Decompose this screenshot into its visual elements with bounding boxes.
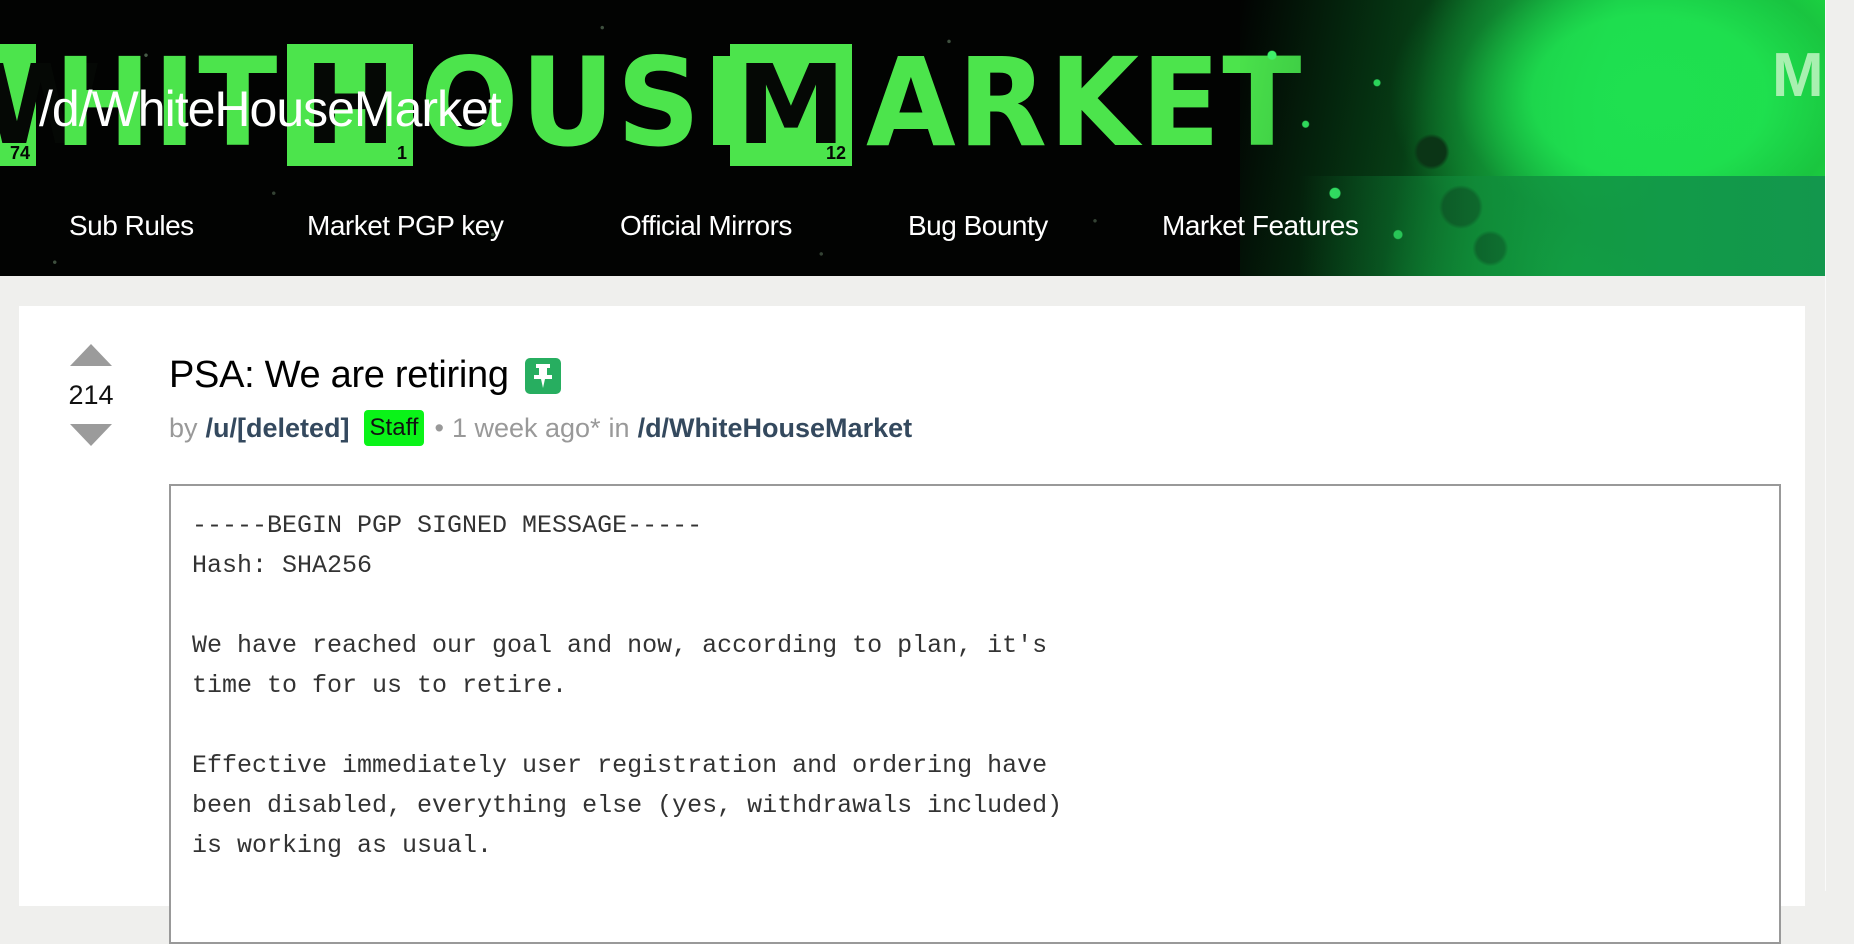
- forum-banner: W 74 HITE H 1 OUSE M 12 ARKET M /d/White…: [0, 0, 1825, 276]
- body-line: We have reached our goal and now, accord…: [192, 631, 1048, 660]
- pushpin-glyph: [533, 363, 552, 388]
- logo-box-number: 1: [396, 143, 407, 163]
- body-line: been disabled, everything else (yes, wit…: [192, 791, 1063, 820]
- body-line: is working as usual.: [192, 831, 493, 860]
- nav-bug-bounty[interactable]: Bug Bounty: [908, 210, 1048, 242]
- post-title[interactable]: PSA: We are retiring: [169, 354, 509, 397]
- post-body-pgp-message: -----BEGIN PGP SIGNED MESSAGE----- Hash:…: [169, 484, 1781, 944]
- nav-sub-rules[interactable]: Sub Rules: [69, 210, 194, 242]
- nav-market-features[interactable]: Market Features: [1162, 210, 1359, 242]
- logo-box-number: 12: [825, 143, 846, 163]
- logo-box-m: M 12: [730, 44, 852, 166]
- downvote-arrow-icon[interactable]: [70, 424, 112, 446]
- forum-title-link[interactable]: /d/WhiteHouseMarket: [39, 80, 502, 138]
- pin-icon: [524, 357, 561, 394]
- nav-official-mirrors[interactable]: Official Mirrors: [620, 210, 792, 242]
- body-line: time to for us to retire.: [192, 671, 568, 700]
- post-card: 214 PSA: We are retiring by /u/[deleted]…: [19, 306, 1805, 944]
- post-timestamp: 1 week ago*: [451, 412, 601, 443]
- scrollbar-track[interactable]: [1825, 0, 1854, 891]
- forum-link[interactable]: /d/WhiteHouseMarket: [638, 413, 913, 444]
- body-line: -----BEGIN PGP SIGNED MESSAGE-----: [192, 511, 703, 540]
- post-title-row: PSA: We are retiring: [169, 354, 561, 397]
- vote-widget: 214: [67, 344, 115, 446]
- body-line: Hash: SHA256: [192, 551, 373, 580]
- logo-box-w: W 74: [0, 44, 101, 166]
- nav-market-pgp-key[interactable]: Market PGP key: [307, 210, 504, 242]
- post-body-text: -----BEGIN PGP SIGNED MESSAGE----- Hash:…: [171, 486, 1779, 866]
- meta-by: by: [169, 412, 198, 443]
- author-link[interactable]: /u/[deleted]: [206, 413, 350, 444]
- staff-badge: Staff: [363, 410, 425, 446]
- logo-box-number: 74: [9, 143, 30, 163]
- meta-bullet: •: [434, 412, 444, 443]
- post-score: 214: [68, 380, 114, 410]
- body-line: Effective immediately user registration …: [192, 751, 1048, 780]
- banner-side-letter: M: [1772, 41, 1824, 110]
- upvote-arrow-icon[interactable]: [70, 344, 112, 366]
- post-meta: by /u/[deleted] Staff • 1 week ago* in /…: [169, 410, 912, 446]
- banner-nav-band: [1300, 176, 1825, 276]
- meta-in: in: [608, 412, 630, 443]
